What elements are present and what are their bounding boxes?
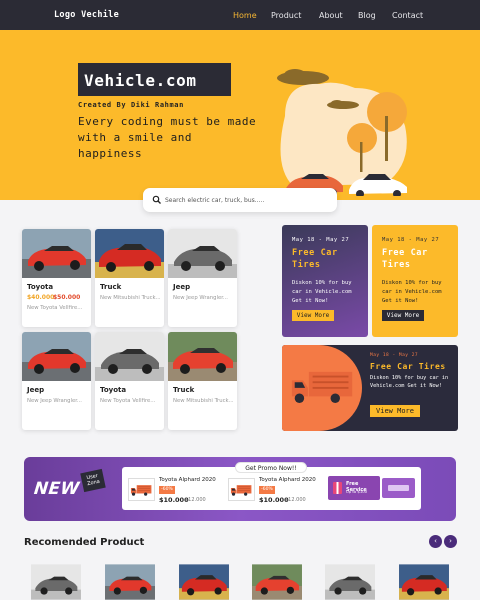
product-description: New Jeep Wrangler... xyxy=(173,295,228,301)
promo-item[interactable]: Toyota Alphard 2020 -60% $10.000 $12.000 xyxy=(228,475,323,505)
user-zona-badge: User Zona xyxy=(80,468,106,493)
promo-title: Free Car Tires xyxy=(370,362,446,371)
product-description: New Mitsubishi Truck... xyxy=(100,295,161,301)
product-description: New Toyota Vellfire... xyxy=(27,305,83,311)
free-service-box[interactable]: Free Service Up to $100 xyxy=(328,476,380,500)
recommended-product-image[interactable] xyxy=(96,564,164,600)
recommended-product-image[interactable] xyxy=(390,564,458,600)
product-old-price: $50.000 xyxy=(53,294,81,301)
product-card[interactable]: Toyota $40.000 $50.000 New Toyota Vellfi… xyxy=(22,229,91,327)
top-navbar: Logo Vechile Home Product About Blog Con… xyxy=(0,0,480,30)
promo-card[interactable]: May 18 - May 27 Free Car Tires Diskon 10… xyxy=(282,225,368,337)
product-card[interactable]: Truck New Mitsubishi Truck... xyxy=(95,229,164,327)
promo-title: Free Car Tires xyxy=(382,248,428,270)
nav-product-link[interactable]: Product xyxy=(271,0,301,31)
recommended-product-image[interactable] xyxy=(170,564,238,600)
promo-date: May 18 - May 27 xyxy=(292,237,350,243)
promo-item[interactable]: Toyota Alphard 2020 -60% $10.000 $12.000 xyxy=(128,475,223,505)
discount-badge: -60% xyxy=(259,486,275,494)
hero-section: Vehicle.com Created By Diki Rahman Every… xyxy=(0,30,480,200)
nav-home-link[interactable]: Home xyxy=(233,0,257,31)
product-name: Toyota xyxy=(100,386,127,394)
view-more-button[interactable]: View More xyxy=(292,310,334,321)
promo-item-old-price: $12.000 xyxy=(285,497,306,503)
promo-title: Free Car Tires xyxy=(292,248,338,270)
recommended-product-image[interactable] xyxy=(243,564,311,600)
hero-illustration xyxy=(277,69,407,196)
product-image xyxy=(168,229,237,278)
get-promo-tag[interactable]: Get Promo Now!! xyxy=(235,462,307,473)
product-image xyxy=(22,332,91,381)
product-name: Jeep xyxy=(27,386,45,394)
new-label: NEW xyxy=(32,479,81,499)
gift-icon xyxy=(333,482,342,494)
product-description: New Mitsubishi Truck... xyxy=(173,398,234,404)
recommended-title: Recomended Product xyxy=(24,537,145,548)
search-icon[interactable] xyxy=(152,195,162,205)
product-image xyxy=(22,229,91,278)
view-more-button[interactable]: View More xyxy=(370,405,420,417)
site-logo[interactable]: Logo Vechile xyxy=(54,10,119,20)
product-card[interactable]: Jeep New Jeep Wrangler... xyxy=(168,229,237,327)
nav-about-link[interactable]: About xyxy=(319,0,343,31)
promo-item-name: Toyota Alphard 2020 xyxy=(159,477,216,483)
product-image xyxy=(95,229,164,278)
product-description: New Toyota Vellfire... xyxy=(100,398,156,404)
promo-banner[interactable]: NEW User Zona Get Promo Now!! Toyota Alp… xyxy=(24,457,456,521)
product-card[interactable]: Toyota New Toyota Vellfire... xyxy=(95,332,164,430)
promo-panel: Get Promo Now!! Toyota Alphard 2020 -60%… xyxy=(122,462,421,510)
nav-blog-link[interactable]: Blog xyxy=(358,0,376,31)
product-name: Truck xyxy=(100,283,122,291)
promo-item-old-price: $12.000 xyxy=(185,497,206,503)
voucher-card[interactable] xyxy=(382,478,415,498)
recommended-product-image[interactable] xyxy=(316,564,384,600)
promo-text: Diskon 10% for buy car in Vehicle.com Ge… xyxy=(370,375,449,389)
product-card[interactable]: Truck New Mitsubishi Truck... xyxy=(168,332,237,430)
truck-icon xyxy=(290,367,356,405)
free-service-subtitle: Up to $100 xyxy=(346,489,368,494)
view-more-button[interactable]: View More xyxy=(382,310,424,321)
promo-text: Diskon 10% for buy car in Vehicle.com Ge… xyxy=(292,280,352,304)
hero-description: Every coding must be made with a smile a… xyxy=(78,115,257,160)
hero-title: Vehicle.com xyxy=(84,71,197,90)
product-price: $40.000 xyxy=(27,294,55,301)
product-card[interactable]: Jeep New Jeep Wrangler... xyxy=(22,332,91,430)
search-input[interactable] xyxy=(165,192,330,208)
hero-subtitle: Created By Diki Rahman xyxy=(78,101,184,109)
product-image xyxy=(95,332,164,381)
discount-badge: -60% xyxy=(159,486,175,494)
promo-card[interactable]: May 18 - May 27 Free Car Tires Diskon 10… xyxy=(372,225,458,337)
carousel-prev-button[interactable]: ‹ xyxy=(429,535,442,548)
carousel-next-button[interactable]: › xyxy=(444,535,457,548)
nav-contact-link[interactable]: Contact xyxy=(392,0,423,31)
promo-card-wide[interactable]: May 18 - May 27 Free Car Tires Diskon 10… xyxy=(282,345,458,431)
truck-icon xyxy=(228,478,255,501)
promo-date: May 18 - May 27 xyxy=(370,353,419,358)
product-name: Truck xyxy=(173,386,195,394)
promo-date: May 18 - May 27 xyxy=(382,237,440,243)
promo-text: Diskon 10% for buy car in Vehicle.com Ge… xyxy=(382,280,442,304)
product-name: Jeep xyxy=(173,283,191,291)
promo-item-name: Toyota Alphard 2020 xyxy=(259,477,316,483)
product-description: New Jeep Wrangler... xyxy=(27,398,82,404)
product-name: Toyota xyxy=(27,283,54,291)
product-image xyxy=(168,332,237,381)
recommended-product-image[interactable] xyxy=(22,564,90,600)
truck-icon xyxy=(128,478,155,501)
search-bar[interactable] xyxy=(143,188,337,212)
voucher-stripe xyxy=(388,485,409,491)
